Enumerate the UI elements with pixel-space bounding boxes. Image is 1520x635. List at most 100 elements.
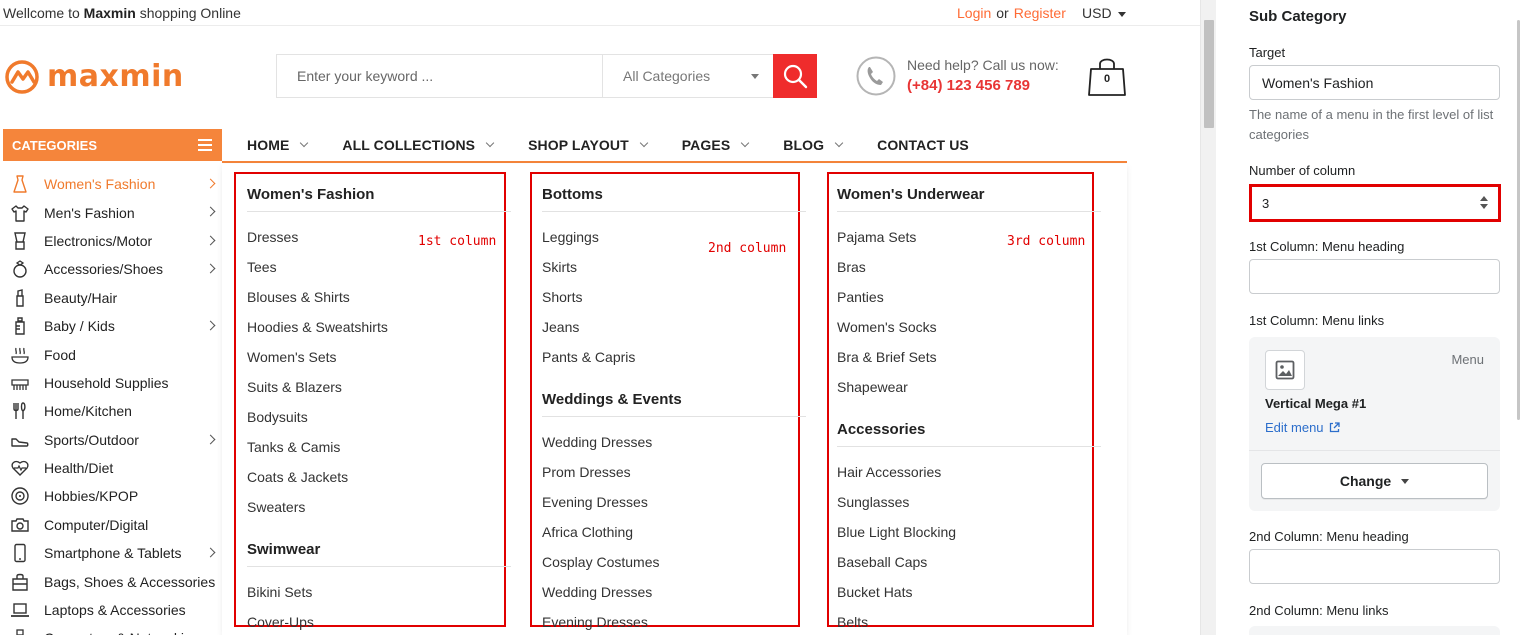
category-item[interactable]: Sports/Outdoor <box>3 426 222 454</box>
menu-link[interactable]: Shapewear <box>837 372 1098 402</box>
change-label: Change <box>1339 473 1392 489</box>
col2-heading-input[interactable] <box>1249 549 1500 584</box>
category-item[interactable]: Smartphone & Tablets <box>3 539 222 567</box>
menu-group: Women's Fashion Dresses Tees Blouses & Shir… <box>247 172 511 522</box>
stepper-icon[interactable] <box>1480 196 1488 210</box>
nav-item[interactable]: ALL COLLECTIONS <box>342 137 495 153</box>
category-item[interactable]: Accessories/Shoes <box>3 255 222 283</box>
search-input[interactable] <box>277 55 603 97</box>
cart-button[interactable]: 0 <box>1086 55 1128 97</box>
menu-link[interactable]: Sunglasses <box>837 487 1098 517</box>
menu-icon <box>198 139 212 151</box>
help-contact: Need help? Call us now: (+84) 123 456 78… <box>907 57 1059 94</box>
col2-links-label: 2nd Column: Menu links <box>1249 603 1389 618</box>
menu-link[interactable]: Baseball Caps <box>837 547 1098 577</box>
category-item[interactable]: Bags, Shoes & Accessories <box>3 567 222 595</box>
nav-item[interactable]: SHOP LAYOUT <box>528 137 649 153</box>
categories-header[interactable]: CATEGORIES <box>3 129 222 161</box>
menu-link[interactable]: Bikini Sets <box>247 577 508 607</box>
nav-item[interactable]: PAGES <box>682 137 750 153</box>
menu-link[interactable]: Women's Socks <box>837 312 1098 342</box>
category-item[interactable]: Women's Fashion <box>3 170 222 198</box>
menu-link[interactable]: Hoodies & Sweatshirts <box>247 312 508 342</box>
menu-link[interactable]: Wedding Dresses <box>542 427 803 457</box>
or-text: or <box>996 5 1009 21</box>
menu-heading[interactable]: Weddings & Events <box>542 372 806 417</box>
nav-item[interactable]: HOME <box>247 137 309 153</box>
menu-link[interactable]: Pants & Capris <box>542 342 803 372</box>
menu-link[interactable]: Suits & Blazers <box>247 372 508 402</box>
category-item[interactable]: Men's Fashion <box>3 198 222 226</box>
menu-link[interactable]: Prom Dresses <box>542 457 803 487</box>
menu-link[interactable]: Evening Dresses <box>542 607 803 635</box>
welcome-suffix: shopping Online <box>139 5 241 21</box>
category-item[interactable]: Electronics/Motor <box>3 227 222 255</box>
register-link[interactable]: Register <box>1014 5 1066 21</box>
category-item[interactable]: Home/Kitchen <box>3 397 222 425</box>
col1-heading-input[interactable] <box>1249 259 1500 294</box>
target-help: The name of a menu in the first level of… <box>1249 107 1494 142</box>
menu-link[interactable]: Bucket Hats <box>837 577 1098 607</box>
category-label: Household Supplies <box>44 374 169 391</box>
menu-link[interactable]: Bra & Brief Sets <box>837 342 1098 372</box>
category-item[interactable]: Laptops & Accessories <box>3 596 222 624</box>
search-category-select[interactable]: All Categories <box>603 55 773 97</box>
panel-scrollbar[interactable] <box>1514 0 1520 635</box>
menu-link[interactable]: Women's Sets <box>247 342 508 372</box>
menu-heading[interactable]: Accessories <box>837 402 1101 447</box>
menu-link[interactable]: Evening Dresses <box>542 487 803 517</box>
menu-heading[interactable]: Women's Underwear <box>837 172 1101 212</box>
menu-link[interactable]: Wedding Dresses <box>542 577 803 607</box>
change-button[interactable]: Change <box>1261 463 1488 499</box>
help-phone[interactable]: (+84) 123 456 789 <box>907 77 1059 94</box>
menu-link[interactable]: Belts <box>837 607 1098 635</box>
menu-link[interactable]: Shorts <box>542 282 803 312</box>
menu-heading[interactable]: Bottoms <box>542 172 806 212</box>
menu-heading[interactable]: Women's Fashion <box>247 172 511 212</box>
menu-link[interactable]: Coats & Jackets <box>247 462 508 492</box>
category-item[interactable]: Computer/Digital <box>3 511 222 539</box>
menu-link[interactable]: Blouses & Shirts <box>247 282 508 312</box>
logo-wordmark: maxmin <box>47 58 184 94</box>
target-input[interactable] <box>1249 65 1500 100</box>
settings-panel: Sub Category Target The name of a menu i… <box>1232 0 1520 635</box>
menu-heading[interactable]: Swimwear <box>247 522 511 567</box>
menu-link[interactable]: Sweaters <box>247 492 508 522</box>
currency-selector[interactable]: USD <box>1082 5 1126 21</box>
disc-icon <box>9 485 31 507</box>
nav-item[interactable]: BLOG <box>783 137 844 153</box>
menu-link[interactable]: Bodysuits <box>247 402 508 432</box>
menu-link[interactable]: Bras <box>837 252 1098 282</box>
menu-link[interactable]: Tanks & Camis <box>247 432 508 462</box>
search-button[interactable] <box>773 54 817 98</box>
menu-link[interactable]: Panties <box>837 282 1098 312</box>
nav-item[interactable]: CONTACT US <box>877 137 969 153</box>
scrollbar-thumb[interactable] <box>1204 20 1214 128</box>
logo[interactable]: maxmin <box>3 58 184 94</box>
preview-scrollbar[interactable] <box>1200 0 1216 635</box>
edit-menu-link[interactable]: Edit menu <box>1265 420 1340 435</box>
menu-link[interactable]: Cover-Ups <box>247 607 508 635</box>
category-item[interactable]: Computers & Networking <box>3 624 222 635</box>
menu-link[interactable]: Jeans <box>542 312 803 342</box>
search-icon <box>783 64 808 89</box>
category-item[interactable]: Beauty/Hair <box>3 284 222 312</box>
category-label: Computer/Digital <box>44 516 149 533</box>
login-link[interactable]: Login <box>957 5 991 21</box>
top-bar: Wellcome to Maxmin shopping Online Login… <box>0 0 1200 26</box>
menu-link[interactable]: Blue Light Blocking <box>837 517 1098 547</box>
category-item[interactable]: Health/Diet <box>3 454 222 482</box>
category-item[interactable]: Household Supplies <box>3 369 222 397</box>
shirt-icon <box>9 202 31 224</box>
menu-link[interactable]: Skirts <box>542 252 803 282</box>
menu-link[interactable]: Africa Clothing <box>542 517 803 547</box>
number-of-column-input[interactable] <box>1252 187 1498 219</box>
nav-label: HOME <box>247 137 290 153</box>
category-item[interactable]: Hobbies/KPOP <box>3 482 222 510</box>
menu-link[interactable]: Hair Accessories <box>837 457 1098 487</box>
category-item[interactable]: Food <box>3 340 222 368</box>
menu-link[interactable]: Cosplay Costumes <box>542 547 803 577</box>
menu-link[interactable]: Tees <box>247 252 508 282</box>
category-item[interactable]: Baby / Kids <box>3 312 222 340</box>
menu-type: Menu <box>1451 352 1484 367</box>
